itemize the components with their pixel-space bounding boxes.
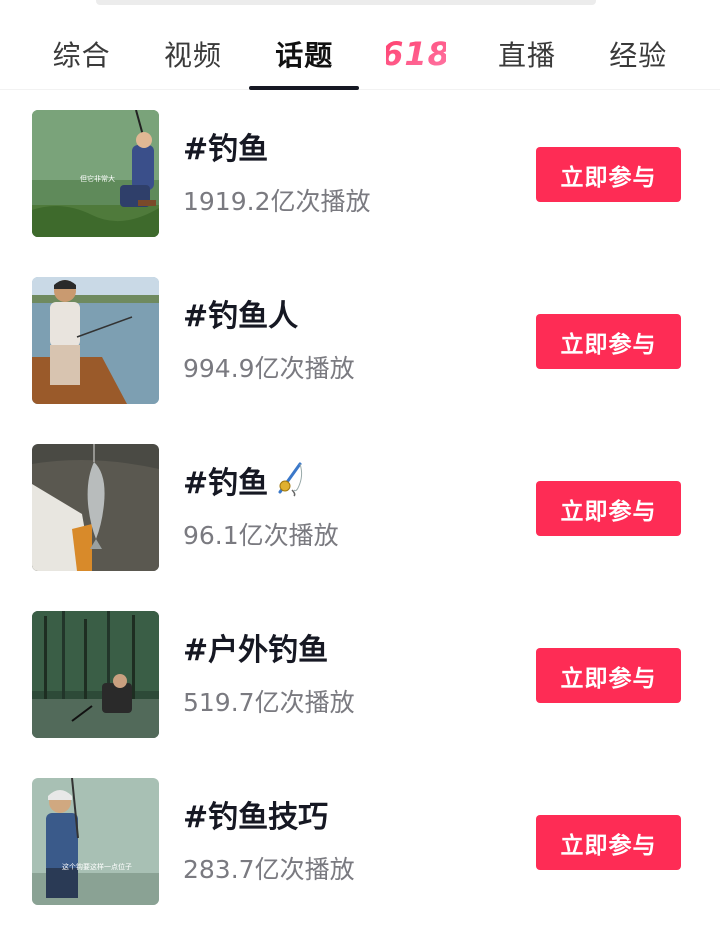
- tab-topic[interactable]: 话题: [249, 18, 360, 90]
- topic-list: 但它非常大 #钓鱼 1919.2亿次播放 立即参与 #钓鱼人 994.9亿次播放…: [0, 110, 720, 945]
- topic-thumbnail[interactable]: [32, 444, 159, 571]
- tab-comprehensive[interactable]: 综合: [27, 18, 137, 90]
- play-count: 1919.2亿次播放: [183, 187, 371, 216]
- topic-thumbnail[interactable]: [32, 611, 159, 738]
- topic-title[interactable]: #钓鱼: [183, 124, 268, 168]
- tab-video[interactable]: 视频: [138, 18, 248, 90]
- svg-text:618: 618: [386, 35, 446, 73]
- play-count: 994.9亿次播放: [183, 354, 355, 383]
- tab-experience[interactable]: 经验: [583, 18, 693, 90]
- join-button[interactable]: 立即参与: [536, 481, 681, 536]
- topic-thumbnail[interactable]: 这个钩要这样一点位子: [32, 778, 159, 905]
- search-bar-edge: [96, 0, 596, 5]
- topic-row[interactable]: 但它非常大 #钓鱼 1919.2亿次播放 立即参与: [0, 110, 720, 277]
- play-count: 519.7亿次播放: [183, 688, 355, 717]
- join-button[interactable]: 立即参与: [536, 147, 681, 202]
- tab-618[interactable]: 618: [361, 18, 471, 90]
- topic-row[interactable]: #钓鱼人 994.9亿次播放 立即参与: [0, 277, 720, 444]
- join-button[interactable]: 立即参与: [536, 815, 681, 870]
- thumb-caption: 这个钩要这样一点位子: [62, 863, 132, 871]
- topic-row[interactable]: #钓鱼 96.1亿次播放 立即参与: [0, 444, 720, 611]
- topic-thumbnail[interactable]: 但它非常大: [32, 110, 159, 237]
- topic-title[interactable]: #钓鱼: [183, 458, 306, 502]
- join-button[interactable]: 立即参与: [536, 648, 681, 703]
- topic-title[interactable]: #钓鱼人: [183, 291, 298, 335]
- search-category-tabs: 综合 视频 话题 618 直播 经验: [0, 18, 720, 90]
- topic-row[interactable]: 这个钩要这样一点位子 #钓鱼技巧 283.7亿次播放 立即参与: [0, 778, 720, 945]
- 618-logo: 618: [386, 35, 446, 73]
- play-count: 283.7亿次播放: [183, 855, 355, 884]
- fishing-rod-icon: [278, 462, 303, 497]
- thumb-caption: 但它非常大: [80, 175, 115, 183]
- join-button[interactable]: 立即参与: [536, 314, 681, 369]
- topic-title[interactable]: #户外钓鱼: [183, 625, 328, 669]
- topic-title[interactable]: #钓鱼技巧: [183, 792, 328, 836]
- topic-thumbnail[interactable]: [32, 277, 159, 404]
- play-count: 96.1亿次播放: [183, 521, 339, 550]
- tab-live[interactable]: 直播: [472, 18, 582, 90]
- topic-row[interactable]: #户外钓鱼 519.7亿次播放 立即参与: [0, 611, 720, 778]
